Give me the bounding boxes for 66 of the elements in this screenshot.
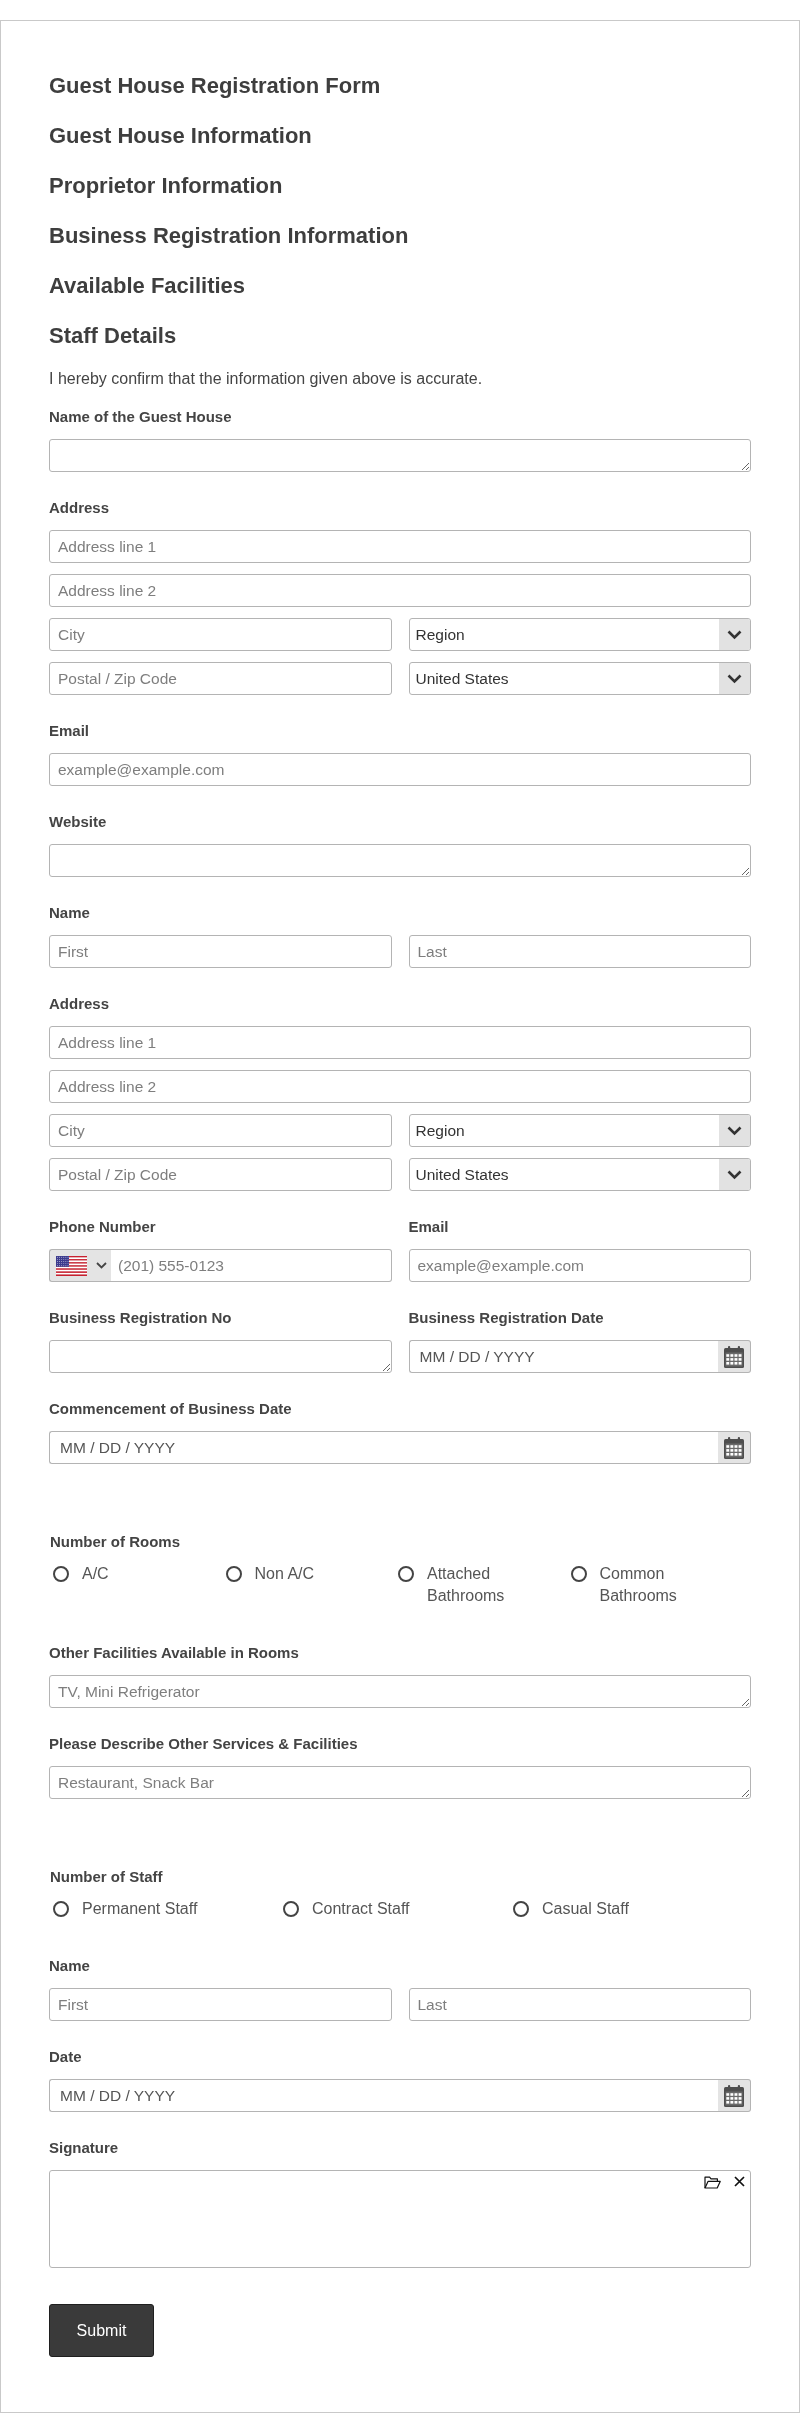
submit-button[interactable]: Submit <box>49 2304 154 2357</box>
field-label: Website <box>49 812 107 832</box>
radio-button[interactable] <box>283 1901 299 1917</box>
chevron-down-icon <box>719 1159 750 1190</box>
field-label: Name of the Guest House <box>49 407 232 427</box>
input-field[interactable]: Address line 1 <box>49 1026 751 1059</box>
radio-button[interactable] <box>53 1901 69 1917</box>
input-field[interactable]: First <box>49 1988 392 2021</box>
text-area[interactable]: TV, Mini Refrigerator <box>49 1675 751 1708</box>
radio-button[interactable] <box>513 1901 529 1917</box>
option-label[interactable]: Contract Staff <box>312 1898 410 1920</box>
field-label: Signature <box>49 2138 119 2158</box>
option-label[interactable]: Attached Bathrooms <box>427 1563 551 1607</box>
option-label[interactable]: Non A/C <box>254 1563 315 1585</box>
email-field[interactable]: example@example.com <box>49 753 751 786</box>
chevron-down-icon <box>719 1115 750 1146</box>
field-label: Business Registration No <box>49 1308 232 1328</box>
input-field[interactable]: City <box>49 1114 392 1147</box>
option-label[interactable]: A/C <box>82 1563 109 1585</box>
input-field[interactable]: Last <box>408 935 751 968</box>
input-field[interactable]: Address line 1 <box>49 530 751 563</box>
field-label: Other Facilities Available in Rooms <box>49 1643 299 1663</box>
field-label: Number of Rooms <box>50 1532 180 1552</box>
field-label: Commencement of Business Date <box>49 1399 292 1419</box>
section-heading: Business Registration Information <box>49 222 410 250</box>
radio-button[interactable] <box>225 1566 242 1582</box>
input-field[interactable]: City <box>49 618 392 651</box>
option-label[interactable]: Common Bathrooms <box>599 1563 723 1607</box>
field-label: Address <box>49 498 110 518</box>
field-label: Name <box>49 1956 90 1976</box>
radio-button[interactable] <box>570 1566 587 1582</box>
option-label[interactable]: Casual Staff <box>542 1898 629 1920</box>
chevron-down-icon <box>719 663 750 694</box>
field-label: Please Describe Other Services & Facilities <box>49 1734 358 1754</box>
field-label: Date <box>49 2047 82 2067</box>
confirmation-text: I hereby confirm that the information given above is accurate. <box>49 369 484 389</box>
dropdown[interactable]: Region <box>408 1114 751 1147</box>
close-icon[interactable] <box>734 2176 745 2187</box>
field-label: Address <box>49 994 110 1014</box>
radio-button[interactable] <box>53 1566 69 1582</box>
folder-icon[interactable] <box>704 2176 721 2189</box>
dropdown[interactable]: United States <box>408 662 751 695</box>
email-field[interactable]: example@example.com <box>408 1249 751 1282</box>
section-heading: Proprietor Information <box>49 172 284 200</box>
field-label: Email <box>49 721 90 741</box>
input-field[interactable]: Postal / Zip Code <box>49 1158 392 1191</box>
dropdown[interactable]: Region <box>408 618 751 651</box>
field-label: Business Registration Date <box>408 1308 604 1328</box>
field-label: Phone Number <box>49 1217 156 1237</box>
section-heading: Available Facilities <box>49 272 247 300</box>
radio-button[interactable] <box>398 1566 414 1582</box>
input-field[interactable]: Address line 2 <box>49 1070 751 1103</box>
text-area[interactable]: Restaurant, Snack Bar <box>49 1766 751 1799</box>
input-field[interactable]: Postal / Zip Code <box>49 662 392 695</box>
field-label: Email <box>408 1217 449 1237</box>
dropdown[interactable]: United States <box>408 1158 751 1191</box>
input-field[interactable]: Last <box>408 1988 751 2021</box>
form-title: Guest House Registration Form <box>49 72 382 100</box>
section-heading: Guest House Information <box>49 122 313 150</box>
field-label: Number of Staff <box>50 1867 163 1887</box>
input-field[interactable]: First <box>49 935 392 968</box>
section-heading: Staff Details <box>49 322 178 350</box>
field-label: Name <box>49 903 90 923</box>
input-field[interactable]: Address line 2 <box>49 574 751 607</box>
option-label[interactable]: Permanent Staff <box>82 1898 198 1920</box>
chevron-down-icon <box>719 619 750 650</box>
